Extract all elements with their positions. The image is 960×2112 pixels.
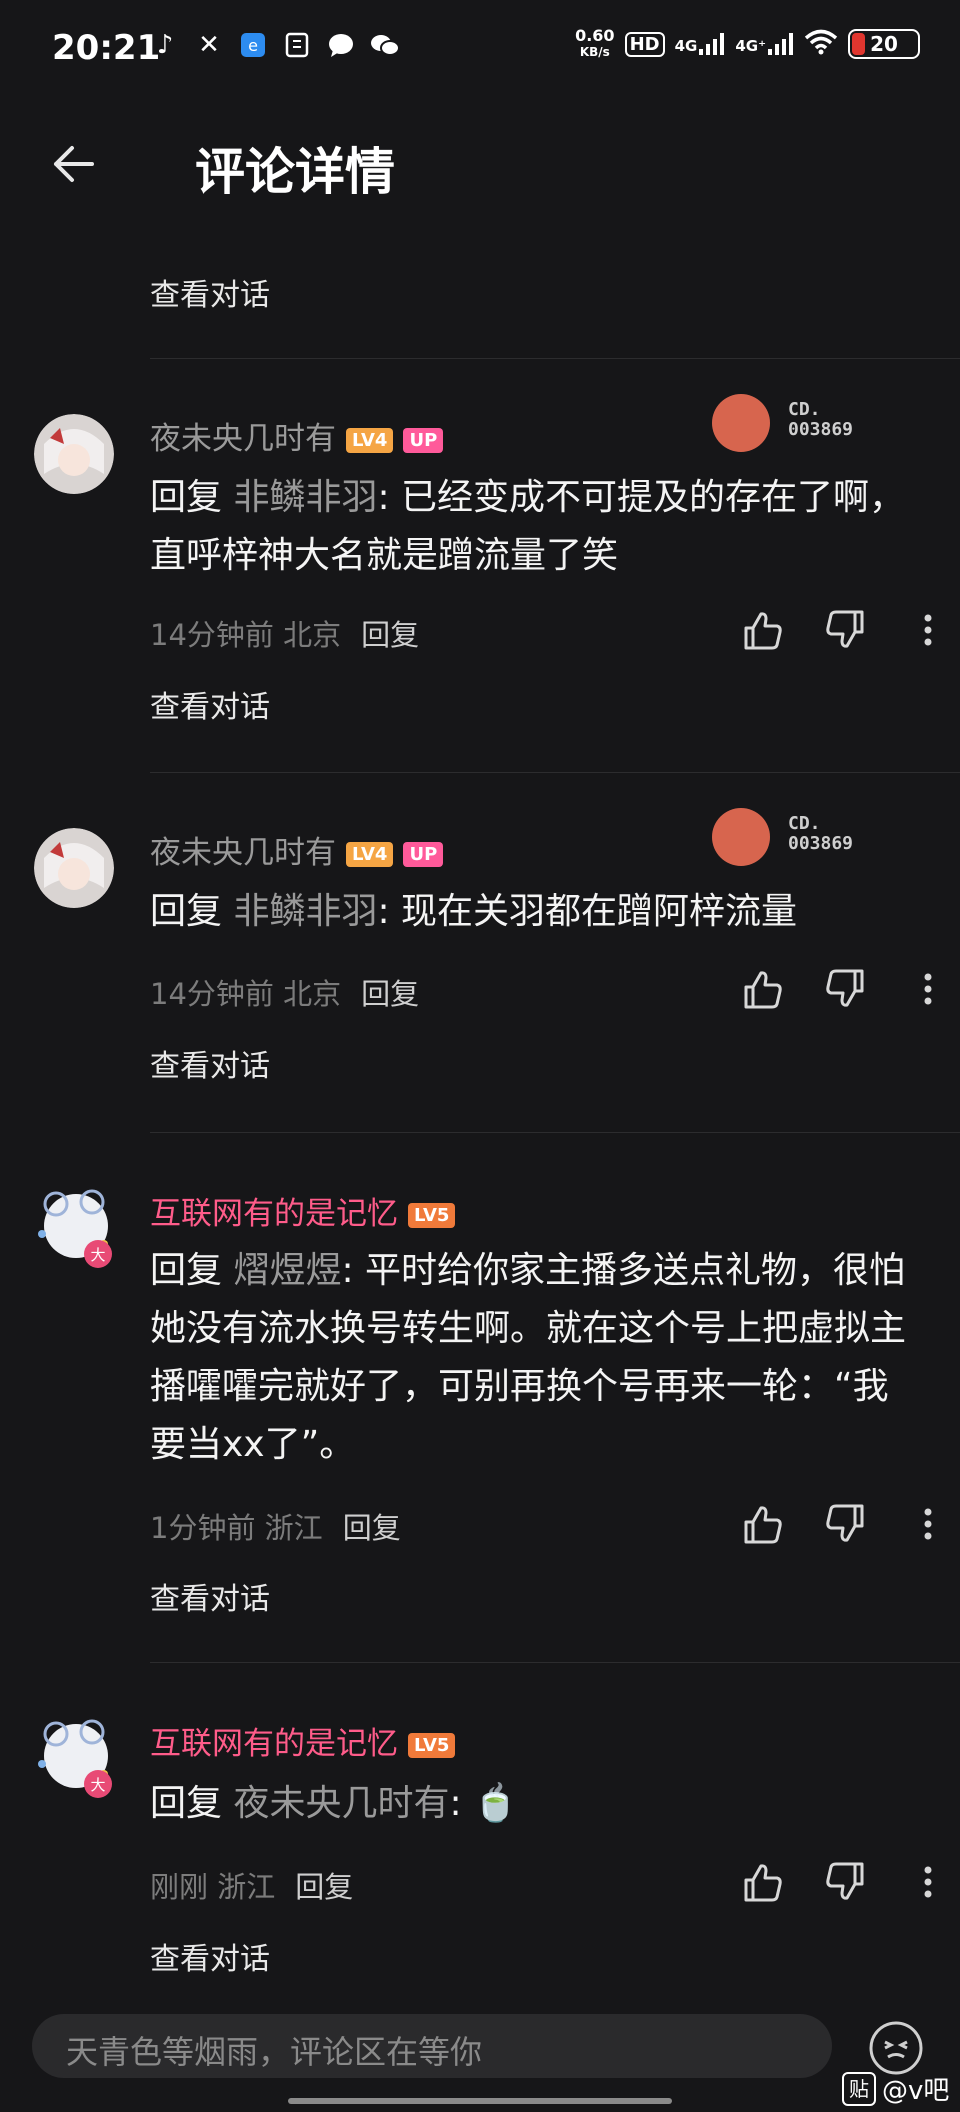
comment-meta: 1分钟前 浙江 回复 bbox=[150, 1511, 401, 1545]
like-icon[interactable] bbox=[740, 1502, 784, 1546]
comment-text: 回复 夜未央几时有: 🍵 bbox=[150, 1783, 518, 1824]
reply-button[interactable]: 回复 bbox=[295, 1870, 353, 1904]
more-icon[interactable] bbox=[906, 967, 950, 1011]
reply-button[interactable]: 回复 bbox=[361, 977, 419, 1011]
status-right: 0.60 KB/s HD 4G 4G⁺ 20 bbox=[575, 28, 920, 60]
wechat-icon bbox=[370, 30, 400, 60]
comment-actions bbox=[740, 1502, 940, 1552]
hd-icon: HD bbox=[624, 31, 665, 57]
document-icon bbox=[282, 30, 312, 60]
battery-icon: 20 bbox=[848, 29, 920, 59]
tieba-logo: 贴 bbox=[842, 2071, 876, 2106]
status-time: 20:21 bbox=[52, 28, 161, 68]
level-badge: LV5 bbox=[408, 1733, 456, 1758]
comment-text: 回复 熠煜煜: 平时给你家主播多送点礼物，很怕她没有流水换号转生啊。就在这个号上… bbox=[150, 1250, 907, 1465]
up-badge: UP bbox=[403, 428, 444, 453]
avatar[interactable]: 大 bbox=[34, 1714, 114, 1798]
status-bar: 20:21 ♪ ✕ e 0.60 KB/s HD 4G 4G⁺ 20 bbox=[0, 0, 960, 100]
comment-actions bbox=[740, 1860, 940, 1910]
reply-button[interactable]: 回复 bbox=[361, 618, 419, 652]
watermark: 贴 @v吧 bbox=[842, 2070, 949, 2107]
username[interactable]: 互联网有的是记忆 LV5 bbox=[150, 1718, 456, 1763]
comment-actions bbox=[740, 967, 940, 1017]
comment-meta: 14分钟前 北京 回复 bbox=[150, 618, 420, 652]
level-badge: LV4 bbox=[346, 428, 394, 453]
header: 评论详情 bbox=[0, 100, 960, 230]
wifi-icon bbox=[804, 29, 838, 59]
view-conversation-link[interactable]: 查看对话 bbox=[150, 1041, 270, 1085]
comment-item: 大 互联网有的是记忆 LV5 回复 夜未央几时有: 🍵 刚刚 浙江 回复 查看对话 bbox=[0, 1662, 960, 1992]
avatar[interactable] bbox=[34, 414, 114, 494]
reply-to-user[interactable]: 熠煜煜 bbox=[233, 1250, 341, 1291]
like-icon[interactable] bbox=[740, 1860, 784, 1904]
username[interactable]: 互联网有的是记忆 LV5 bbox=[150, 1188, 456, 1233]
comment-text: 回复 非鳞非羽: 已经变成不可提及的存在了啊，直呼梓神大名就是蹭流量了笑 bbox=[150, 477, 906, 576]
emoji-icon[interactable] bbox=[868, 2020, 924, 2076]
svg-text:e: e bbox=[248, 36, 258, 55]
reply-button[interactable]: 回复 bbox=[343, 1511, 401, 1545]
like-icon[interactable] bbox=[740, 967, 784, 1011]
svg-text:大: 大 bbox=[90, 1246, 105, 1264]
chat-icon bbox=[326, 30, 356, 60]
avatar[interactable]: 大 bbox=[34, 1184, 114, 1268]
reply-to-user[interactable]: 夜未央几时有 bbox=[233, 1783, 449, 1824]
tiktok-icon: ♪ bbox=[156, 30, 174, 60]
more-icon[interactable] bbox=[906, 1860, 950, 1904]
back-arrow-icon[interactable] bbox=[48, 138, 100, 190]
view-conversation-link[interactable]: 查看对话 bbox=[150, 1574, 270, 1618]
comment-actions bbox=[740, 608, 940, 658]
signal-icon-1: 4G bbox=[675, 33, 726, 55]
comment-input[interactable]: 天青色等烟雨，评论区在等你 bbox=[32, 2014, 832, 2078]
level-badge: LV5 bbox=[408, 1203, 456, 1228]
reply-to-user[interactable]: 非鳞非羽 bbox=[233, 891, 377, 932]
comment-item: 夜未央几时有 LV4 UP CD. 003869 回复 非鳞非羽: 已经变成不可提及的… bbox=[0, 358, 960, 772]
comment-item: 大 互联网有的是记忆 LV5 回复 熠煜煜: 平时给你家主播多送点礼物，很怕她没有… bbox=[0, 1132, 960, 1662]
x-icon: ✕ bbox=[198, 30, 220, 60]
more-icon[interactable] bbox=[906, 1502, 950, 1546]
view-conversation-link[interactable]: 查看对话 bbox=[150, 682, 270, 726]
reply-to-user[interactable]: 非鳞非羽 bbox=[233, 477, 377, 518]
comment-item: 夜未央几时有 LV4 UP CD. 003869 回复 非鳞非羽: 现在关羽都在蹭阿梓… bbox=[0, 772, 960, 1132]
dislike-icon[interactable] bbox=[824, 1502, 868, 1546]
home-indicator bbox=[288, 2098, 672, 2104]
svg-text:大: 大 bbox=[90, 1776, 105, 1794]
fan-medal-badge: CD. 003869 bbox=[712, 808, 882, 868]
app-icon: e bbox=[238, 30, 268, 60]
avatar[interactable] bbox=[34, 828, 114, 908]
comment-input-bar: 天青色等烟雨，评论区在等你 贴 @v吧 bbox=[0, 1992, 960, 2112]
network-speed: 0.60 KB/s bbox=[575, 26, 615, 60]
view-conversation-link[interactable]: 查看对话 bbox=[150, 270, 270, 314]
more-icon[interactable] bbox=[906, 608, 950, 652]
comment-meta: 刚刚 浙江 回复 bbox=[150, 1870, 354, 1904]
up-badge: UP bbox=[403, 842, 444, 867]
dislike-icon[interactable] bbox=[824, 967, 868, 1011]
fan-medal-badge: CD. 003869 bbox=[712, 394, 882, 454]
view-conversation-link[interactable]: 查看对话 bbox=[150, 1934, 270, 1978]
username[interactable]: 夜未央几时有 LV4 UP bbox=[150, 827, 444, 872]
username[interactable]: 夜未央几时有 LV4 UP bbox=[150, 413, 444, 458]
comment-meta: 14分钟前 北京 回复 bbox=[150, 977, 420, 1011]
page-title: 评论详情 bbox=[195, 143, 395, 201]
signal-icon-2: 4G⁺ bbox=[735, 33, 794, 55]
notification-icons: ♪ ✕ e bbox=[150, 30, 400, 60]
dislike-icon[interactable] bbox=[824, 1860, 868, 1904]
comment-text: 回复 非鳞非羽: 现在关羽都在蹭阿梓流量 bbox=[150, 891, 798, 932]
like-icon[interactable] bbox=[740, 608, 784, 652]
dislike-icon[interactable] bbox=[824, 608, 868, 652]
level-badge: LV4 bbox=[346, 842, 394, 867]
